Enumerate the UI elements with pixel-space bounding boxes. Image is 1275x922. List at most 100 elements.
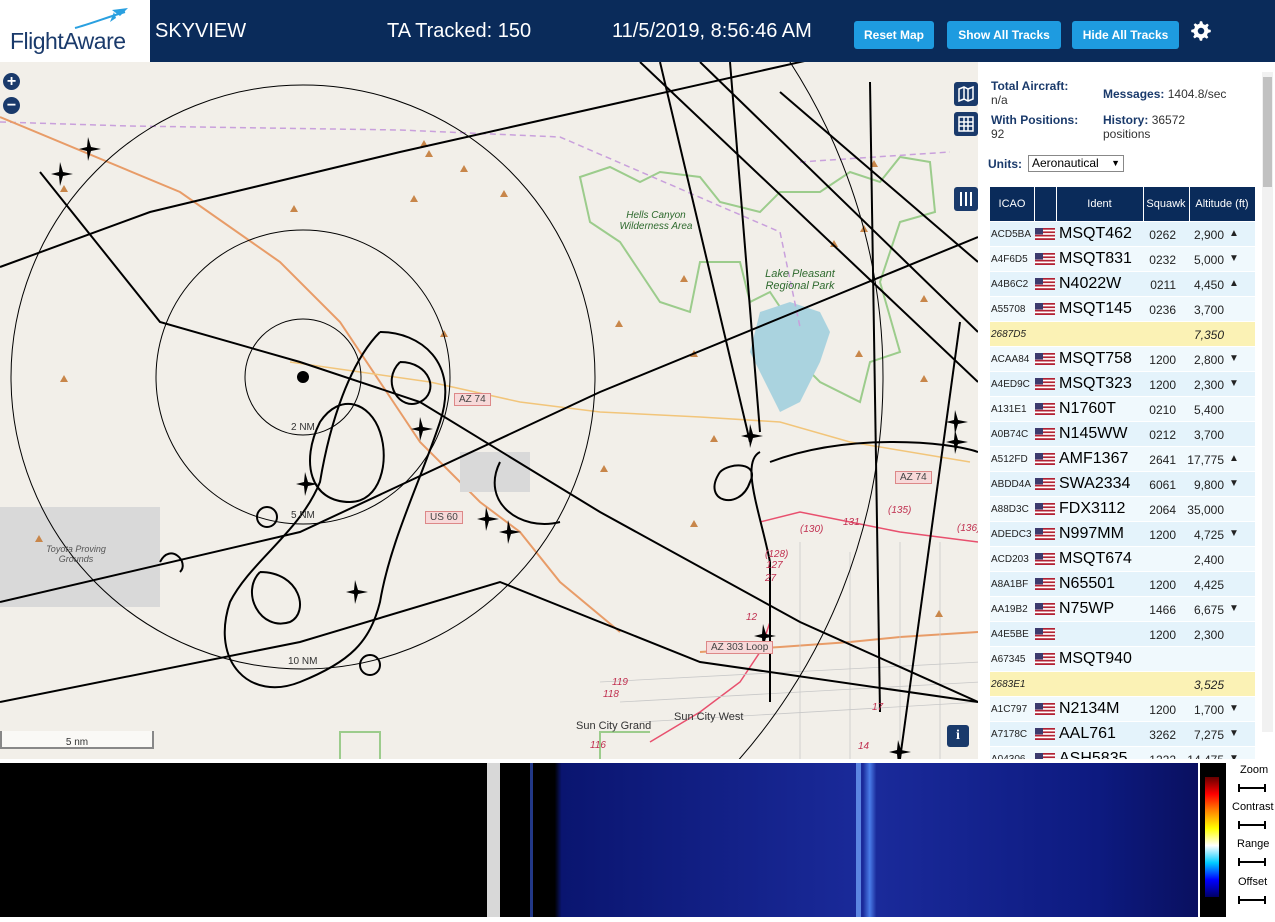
table-row[interactable]: A67345 MSQT940 — [990, 647, 1255, 672]
zoom-in-button[interactable]: + — [3, 73, 20, 90]
scrollbar-thumb[interactable] — [1263, 77, 1272, 187]
table-row[interactable]: A131E1 N1760T 0210 5,400 — [990, 397, 1255, 422]
squawk-cell: 1200 — [1149, 528, 1176, 542]
icao-cell: AA19B2 — [991, 604, 1028, 615]
table-row[interactable]: 2687D5 7,350 — [990, 322, 1255, 347]
ident-cell: N75WP — [1059, 600, 1115, 617]
road-number: 14 — [858, 741, 870, 752]
ident-cell: N4022W — [1059, 275, 1122, 292]
panel-scrollbar[interactable] — [1262, 72, 1273, 732]
chevron-down-icon: ▼ — [1111, 158, 1120, 168]
squawk-cell: 0232 — [1149, 253, 1176, 267]
offset-slider[interactable] — [1237, 895, 1267, 905]
sun-city-grand-label: Sun City Grand — [576, 720, 652, 732]
road-number: 118 — [603, 689, 619, 700]
table-row[interactable]: A1C797 N2134M 1200 1,700 ▼ — [990, 697, 1255, 722]
total-aircraft-value: n/a — [991, 93, 1008, 107]
col-squawk[interactable]: Squawk — [1143, 187, 1190, 221]
altitude-trend-icon: ▼ — [1229, 528, 1239, 539]
grid-toggle-button[interactable] — [954, 112, 978, 136]
lake-pleasant-label: Lake Pleasant Regional Park — [765, 268, 835, 292]
table-row[interactable]: A4F6D5 MSQT831 0232 5,000 ▼ — [990, 247, 1255, 272]
reset-map-button[interactable]: Reset Map — [854, 21, 934, 49]
table-row[interactable]: ACD203 MSQT674 2,400 — [990, 547, 1255, 572]
columns-toggle-button[interactable] — [954, 187, 978, 211]
road-number: 119 — [612, 677, 628, 688]
table-row[interactable]: A7178C AAL761 3262 7,275 ▼ — [990, 722, 1255, 747]
units-label: Units: — [988, 157, 1022, 171]
table-row[interactable]: A55708 MSQT145 0236 3,700 — [990, 297, 1255, 322]
us-flag-icon — [1035, 478, 1055, 490]
altitude-trend-icon: ▲ — [1229, 228, 1239, 239]
messages-value: 1404.8/sec — [1167, 87, 1227, 101]
messages-stat: Messages: 1404.8/sec — [1103, 87, 1226, 101]
icao-cell: A512FD — [991, 454, 1028, 465]
table-row[interactable]: A8A1BF N65501 1200 4,425 — [990, 572, 1255, 597]
range-label-5nm: 5 NM — [291, 510, 315, 521]
road-number: 127 — [766, 560, 783, 571]
road-number: 131 — [843, 517, 860, 528]
table-row[interactable]: AA19B2 N75WP 1466 6,675 ▼ — [990, 597, 1255, 622]
table-row[interactable]: ADEDC3 N997MM 1200 4,725 ▼ — [990, 522, 1255, 547]
table-row[interactable]: A4ED9C MSQT323 1200 2,300 ▼ — [990, 372, 1255, 397]
ident-cell: N1760T — [1059, 400, 1116, 417]
gear-icon[interactable] — [1188, 18, 1214, 44]
altitude-trend-icon: ▲ — [1229, 278, 1239, 289]
splitter[interactable] — [487, 763, 500, 917]
altitude-cell: 2,300 — [1193, 628, 1224, 642]
map-view[interactable]: 2 NM 5 NM 10 NM Hells Canyon Wilderness … — [0, 62, 978, 759]
units-select[interactable]: Aeronautical ▼ — [1028, 155, 1124, 172]
table-row[interactable]: ABDD4A SWA2334 6061 9,800 ▼ — [990, 472, 1255, 497]
table-row[interactable]: A4B6C2 N4022W 0211 4,450 ▲ — [990, 272, 1255, 297]
with-positions-label: With Positions: — [991, 113, 1079, 127]
map-canvas[interactable] — [0, 62, 978, 759]
hide-all-tracks-button[interactable]: Hide All Tracks — [1072, 21, 1179, 49]
col-flag[interactable] — [1034, 187, 1057, 221]
us-flag-icon — [1035, 553, 1055, 565]
altitude-trend-icon: ▲ — [1229, 453, 1239, 464]
squawk-cell: 3262 — [1149, 728, 1176, 742]
zoom-slider[interactable] — [1237, 783, 1267, 793]
table-row[interactable]: A0B74C N145WW 0212 3,700 — [990, 422, 1255, 447]
altitude-cell: 2,300 — [1193, 378, 1224, 392]
altitude-cell: 2,800 — [1193, 353, 1224, 367]
table-row[interactable]: A04306ASH5835122214,475▼ — [990, 747, 1255, 759]
table-row[interactable]: ACAA84 MSQT758 1200 2,800 ▼ — [990, 347, 1255, 372]
squawk-cell: 2641 — [1149, 453, 1176, 467]
range-slider[interactable] — [1237, 857, 1267, 867]
col-altitude[interactable]: Altitude (ft) — [1189, 187, 1255, 221]
us-flag-icon — [1035, 603, 1055, 615]
datetime: 11/5/2019, 8:56:46 AM — [612, 20, 812, 42]
us-flag-icon — [1035, 353, 1055, 365]
ident-cell: ASH5835 — [1059, 750, 1128, 759]
road-sign-az74-east: AZ 74 — [895, 471, 932, 484]
with-positions-stat: With Positions: 92 — [991, 113, 1078, 141]
ident-cell: N65501 — [1059, 575, 1116, 592]
icao-cell: A55708 — [991, 304, 1026, 315]
grid-icon — [958, 116, 974, 132]
icao-cell: ACD203 — [991, 554, 1029, 565]
table-row[interactable]: A4E5BE 1200 2,300 — [990, 622, 1255, 647]
map-layer-button[interactable] — [954, 82, 978, 106]
info-button[interactable]: i — [947, 725, 969, 747]
col-ident[interactable]: Ident — [1056, 187, 1144, 221]
squawk-cell: 2064 — [1149, 503, 1176, 517]
show-all-tracks-button[interactable]: Show All Tracks — [947, 21, 1061, 49]
table-row[interactable]: ACD5BA MSQT462 0262 2,900 ▲ — [990, 222, 1255, 247]
zoom-out-button[interactable]: − — [3, 97, 20, 114]
altitude-cell: 3,700 — [1193, 303, 1224, 317]
contrast-slider[interactable] — [1237, 820, 1267, 830]
table-row[interactable]: 2683E1 3,525 — [990, 672, 1255, 697]
messages-label: Messages: — [1103, 87, 1165, 101]
altitude-cell: 5,400 — [1193, 403, 1224, 417]
table-row[interactable]: A512FD AMF1367 2641 17,775 ▲ — [990, 447, 1255, 472]
road-sign-az74: AZ 74 — [454, 393, 491, 406]
history-unit: positions — [1103, 127, 1151, 141]
icao-cell: A4ED9C — [991, 379, 1030, 390]
aircraft-table: ACD5BA MSQT462 0262 2,900 ▲ A4F6D5 MSQT831 0232… — [990, 222, 1255, 759]
altitude-cell: 3,525 — [1193, 678, 1224, 692]
col-icao[interactable]: ICAO — [990, 187, 1035, 221]
contrast-label: Contrast — [1232, 801, 1274, 813]
table-row[interactable]: A88D3C FDX3112 2064 35,000 — [990, 497, 1255, 522]
flightaware-logo[interactable]: FlightAware — [0, 0, 150, 62]
